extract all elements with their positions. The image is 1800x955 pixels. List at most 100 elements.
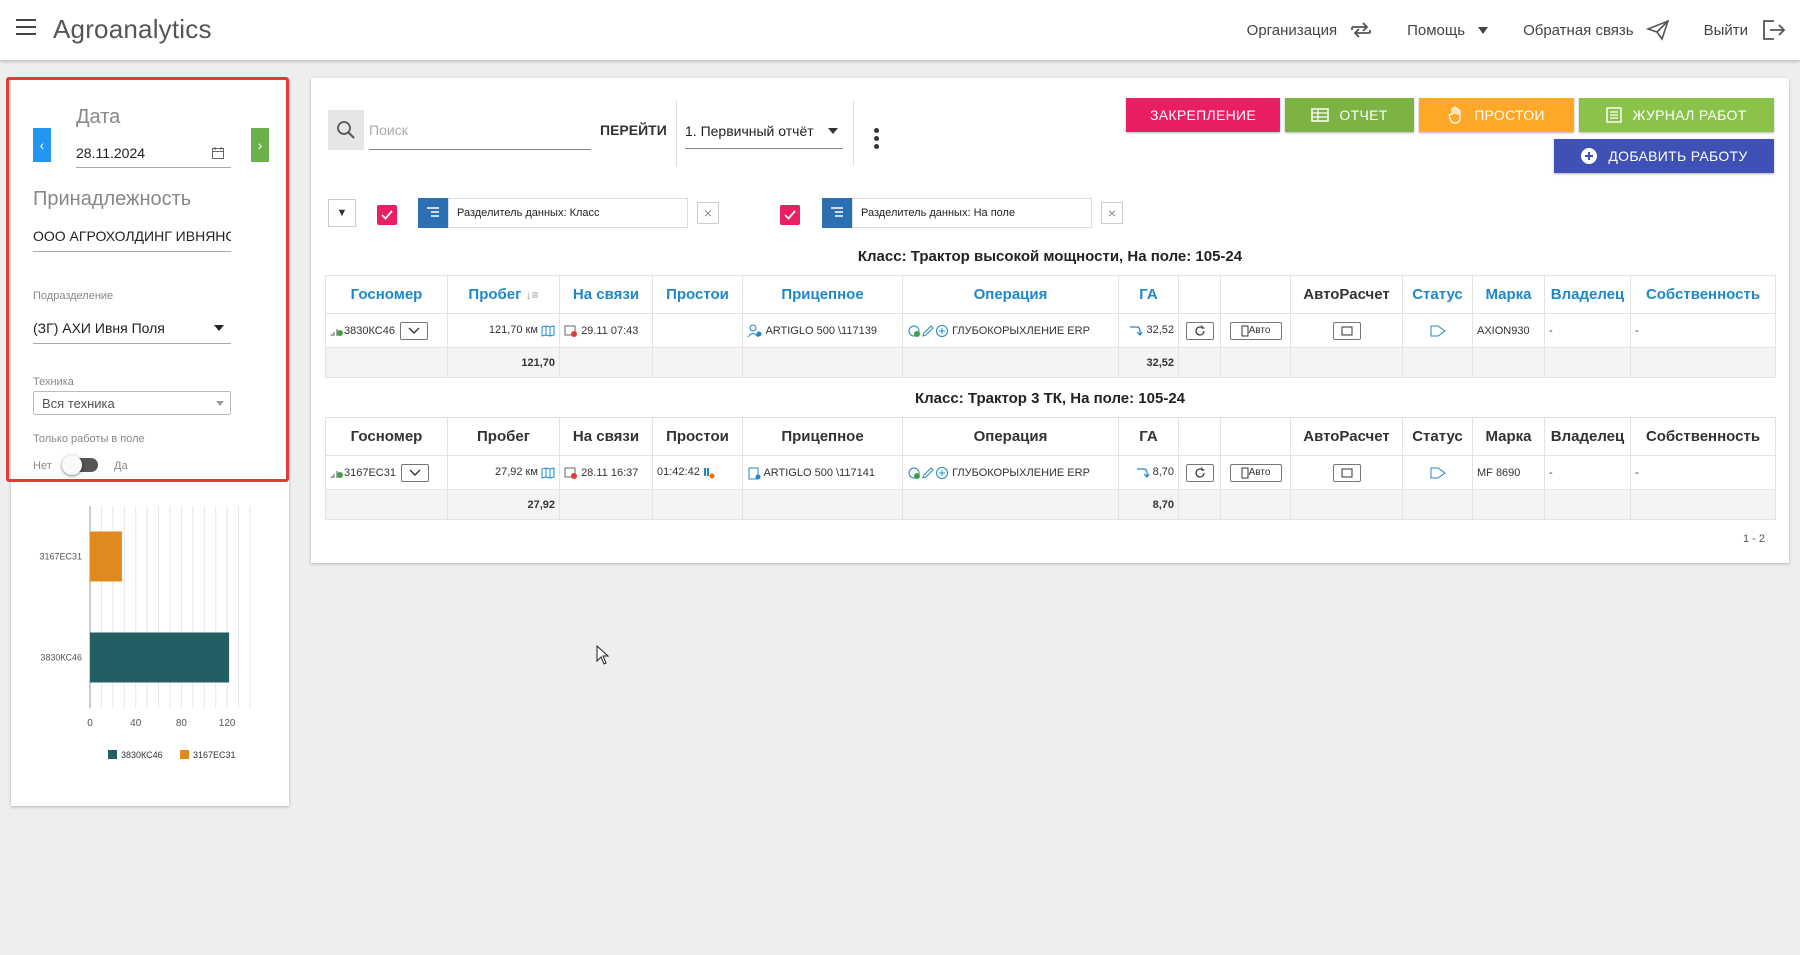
add-work-button[interactable]: ДОБАВИТЬ РАБОТУ [1554,139,1774,173]
group-dropdown-button[interactable]: ▼ [328,199,356,227]
col-operation[interactable]: Операция [902,417,1119,456]
col-brand[interactable]: Марка [1472,275,1545,314]
table-row[interactable]: 3167ЕС31 27,92 км 28.11 16:37 01:42:42 A… [325,455,1776,490]
cell-brand: AXION930 [1472,313,1545,348]
col-operation[interactable]: Операция [902,275,1119,314]
journal-button[interactable]: ЖУРНАЛ РАБОТ [1579,98,1774,132]
col-status[interactable]: Статус [1402,417,1473,456]
col-property[interactable]: Собственность [1630,417,1776,456]
chip-align-icon [822,198,852,228]
app-title: Agroanalytics [53,14,212,44]
prev-date-button[interactable]: ‹ [33,128,51,162]
report-button[interactable]: ОТЧЕТ [1285,98,1414,132]
report-button-label: ОТЧЕТ [1339,107,1388,123]
col-owner[interactable]: Владелец [1544,417,1631,456]
chip-field-remove-button[interactable]: × [1101,202,1123,224]
ownership-select[interactable]: ООО АГРОХОЛДИНГ ИВНЯНСКИЙ [33,220,231,252]
date-input[interactable]: 28.11.2024 [76,138,231,168]
col-plate[interactable]: Госномер [325,417,448,456]
idle-alert-icon[interactable] [703,467,715,479]
col-brand[interactable]: Марка [1472,417,1545,456]
col-trailer[interactable]: Прицепное [742,275,903,314]
autocalc-checkbox[interactable] [1332,463,1361,482]
col-mileage[interactable]: Пробег ↓≡ [447,275,560,314]
goto-button[interactable]: ПЕРЕЙТИ [600,122,667,138]
subdivision-select[interactable]: (ЗГ) АХИ Ивня Поля [33,312,231,344]
report-table-icon [1311,108,1330,122]
calendar-icon[interactable] [211,146,225,160]
auto-button[interactable]: Авто [1229,463,1282,482]
col-trailer[interactable]: Прицепное [742,417,903,456]
chevron-down-icon [409,469,421,476]
field-only-toggle[interactable] [62,455,98,475]
map-icon[interactable] [541,466,555,479]
edit-icon[interactable] [921,324,935,338]
col-plate[interactable]: Госномер [325,275,448,314]
refresh-check-icon[interactable] [907,324,921,338]
col-ha[interactable]: ГА [1118,417,1179,456]
search-input[interactable] [369,110,591,150]
row-expand-button[interactable] [401,463,430,482]
col-online[interactable]: На связи [559,417,653,456]
calendar-alert-icon [564,467,577,479]
next-date-button[interactable]: › [251,128,269,162]
chart-legend-label: 3167ЕС31 [193,750,236,760]
chart-legend-label: 3830КС46 [121,750,163,760]
nav-feedback[interactable]: Обратная связь [1523,19,1670,41]
menu-icon[interactable] [16,19,36,35]
col-idle[interactable]: Простои [652,417,743,456]
refresh-icon [1194,325,1205,336]
col-idle[interactable]: Простои [652,275,743,314]
toggle-knob [62,455,82,475]
search-icon [337,121,355,139]
col-mileage[interactable]: Пробег [447,417,560,456]
table-header-row: Госномер Пробег На связи Простои Прицепн… [325,417,1776,456]
toggle-off-label: Нет [33,460,52,472]
logout-icon [1763,20,1786,40]
check-icon [784,210,796,220]
col-online[interactable]: На связи [559,275,653,314]
cell-status [1402,455,1473,490]
filter-highlight: ‹ › Дата 28.11.2024 Принадлежность ООО А… [6,77,289,482]
refresh-check-icon[interactable] [907,466,921,480]
chart-tick-label: 120 [219,718,236,729]
recalc-button[interactable] [1185,321,1214,340]
col-status[interactable]: Статус [1402,275,1473,314]
chip-class-remove-button[interactable]: × [697,202,719,224]
nav-logout[interactable]: Выйти [1704,18,1786,42]
subdivision-value: (ЗГ) АХИ Ивня Поля [33,319,165,336]
cell-autocalc [1290,455,1403,490]
cell-idle: 01:42:42 [652,455,743,490]
tag-icon[interactable] [1430,467,1446,479]
search-button[interactable] [328,110,364,150]
chip-checkbox-field[interactable] [780,205,800,225]
col-owner[interactable]: Владелец [1544,275,1631,314]
col-ha[interactable]: ГА [1118,275,1179,314]
tag-icon[interactable] [1430,325,1446,337]
cell-operation: ГЛУБОКОРЫХЛЕНИЕ ERP [902,313,1119,348]
nav-help[interactable]: Помощь [1407,22,1489,39]
auto-button[interactable]: Авто [1229,321,1282,340]
autocalc-checkbox[interactable] [1332,321,1361,340]
recalc-button[interactable] [1185,463,1214,482]
idle-button[interactable]: ПРОСТОИ [1419,98,1574,132]
table-row[interactable]: 3830КС46 121,70 км 29.11 07:43 ARTIGLO 5… [325,313,1776,348]
edit-icon[interactable] [921,466,935,480]
map-icon[interactable] [541,324,555,337]
total-ha: 32,52 [1118,347,1179,378]
switch-arrows-icon [1351,22,1372,38]
plus-circle-icon[interactable] [935,324,949,338]
cell-mileage: 27,92 км [447,455,560,490]
chip-checkbox-class[interactable] [377,205,397,225]
plus-circle-icon[interactable] [935,466,949,480]
more-options-icon[interactable] [874,128,879,152]
group-table: Госномер Пробег На связи Простои Прицепн… [325,417,1776,520]
nav-organization[interactable]: Организация [1247,19,1373,41]
assign-button[interactable]: ЗАКРЕПЛЕНИЕ [1126,98,1280,132]
row-expand-button[interactable] [400,321,428,340]
machinery-select[interactable]: Вся техника [33,391,231,415]
cell-property: - [1630,313,1776,348]
col-property[interactable]: Собственность [1630,275,1776,314]
device-icon [1241,325,1249,336]
report-select[interactable]: 1. Первичный отчёт [685,114,843,149]
